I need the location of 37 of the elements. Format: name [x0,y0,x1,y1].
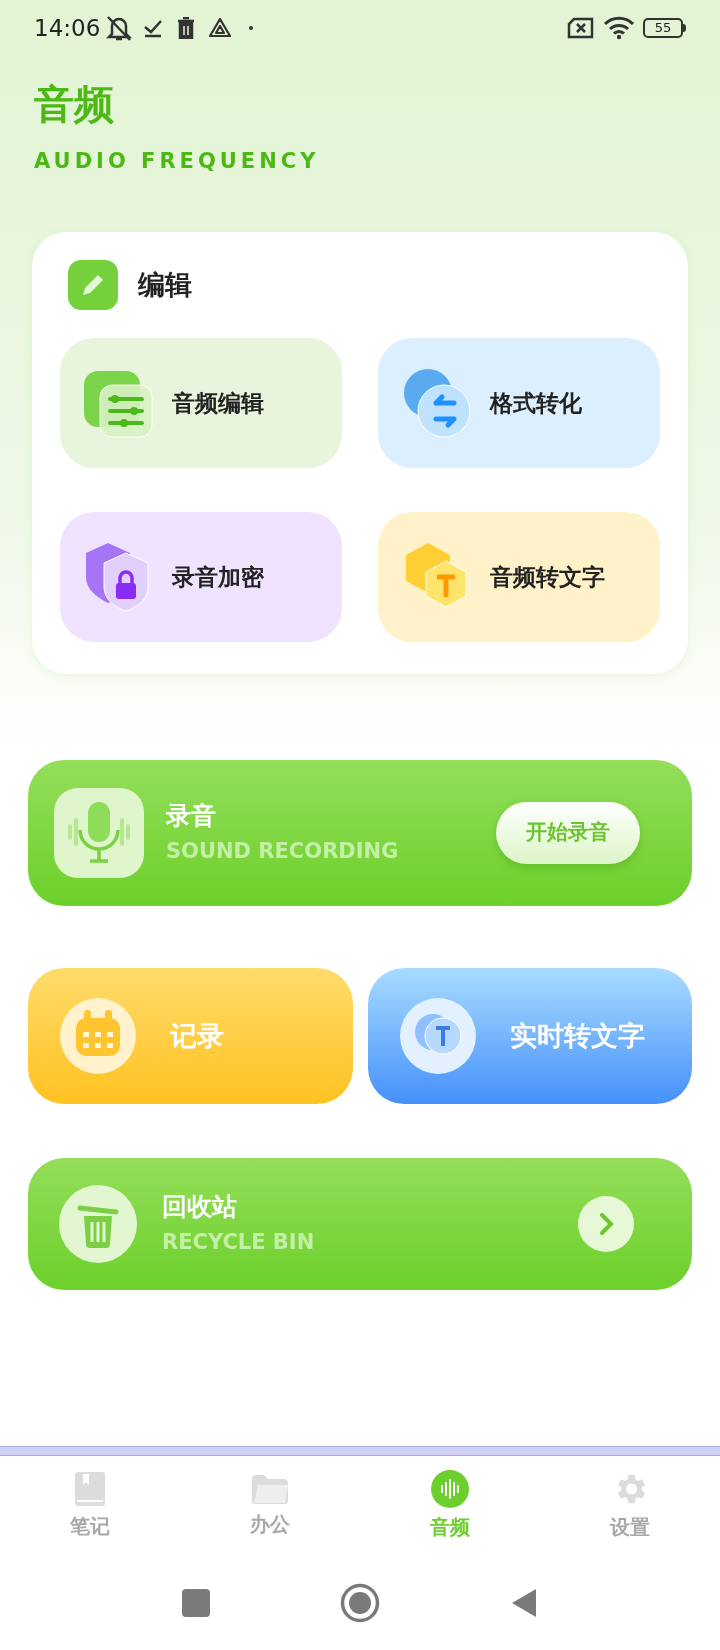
page-title: 音频 [34,80,115,128]
recycle-bin-card[interactable]: 回收站 RECYCLE BIN [28,1158,692,1290]
shortcut-card[interactable]: 记录 [28,968,353,1104]
sound-wave-icon [431,1470,469,1508]
nav-tab[interactable]: 笔记 [0,1456,180,1556]
section-title: 编辑 [138,267,192,302]
back-button[interactable] [510,1587,538,1619]
clock-time: 14:06 [34,13,101,43]
nav-tab[interactable]: 音频 [360,1456,540,1556]
pencil-icon [68,260,118,310]
battery-indicator: 55 [643,18,686,38]
tool-tile[interactable]: 录音加密 [60,512,342,642]
text-bubble-icon [397,996,478,1076]
trash-icon [176,17,197,39]
card-title: 录音 [166,800,217,832]
chevron-right-icon [578,1196,634,1252]
card-subtitle: SOUND RECORDING [166,838,399,865]
card-title: 回收站 [162,1191,238,1223]
tool-tile[interactable]: 音频编辑 [60,338,342,468]
tool-tile[interactable]: 音频转文字 [378,512,660,642]
home-button[interactable] [340,1583,380,1623]
microphone-icon [54,788,144,878]
start-recording-button[interactable]: 开始录音 [496,802,640,864]
page-subtitle: AUDIO FREQUENCY [34,148,321,174]
wifi-icon [603,16,635,40]
nav-tab[interactable]: 设置 [540,1456,720,1556]
card-subtitle: RECYCLE BIN [162,1229,315,1256]
trash-icon [58,1184,138,1264]
dot-icon [248,25,255,31]
sim-off-icon [567,17,595,39]
triangle-logo-icon [208,17,233,39]
folder-icon [250,1473,290,1505]
book-icon [74,1471,106,1507]
calendar-icon [58,996,138,1076]
shortcut-card[interactable]: 实时转文字 [367,968,692,1104]
nav-tab[interactable]: 办公 [180,1456,360,1556]
tool-tile[interactable]: 格式转化 [378,338,660,468]
